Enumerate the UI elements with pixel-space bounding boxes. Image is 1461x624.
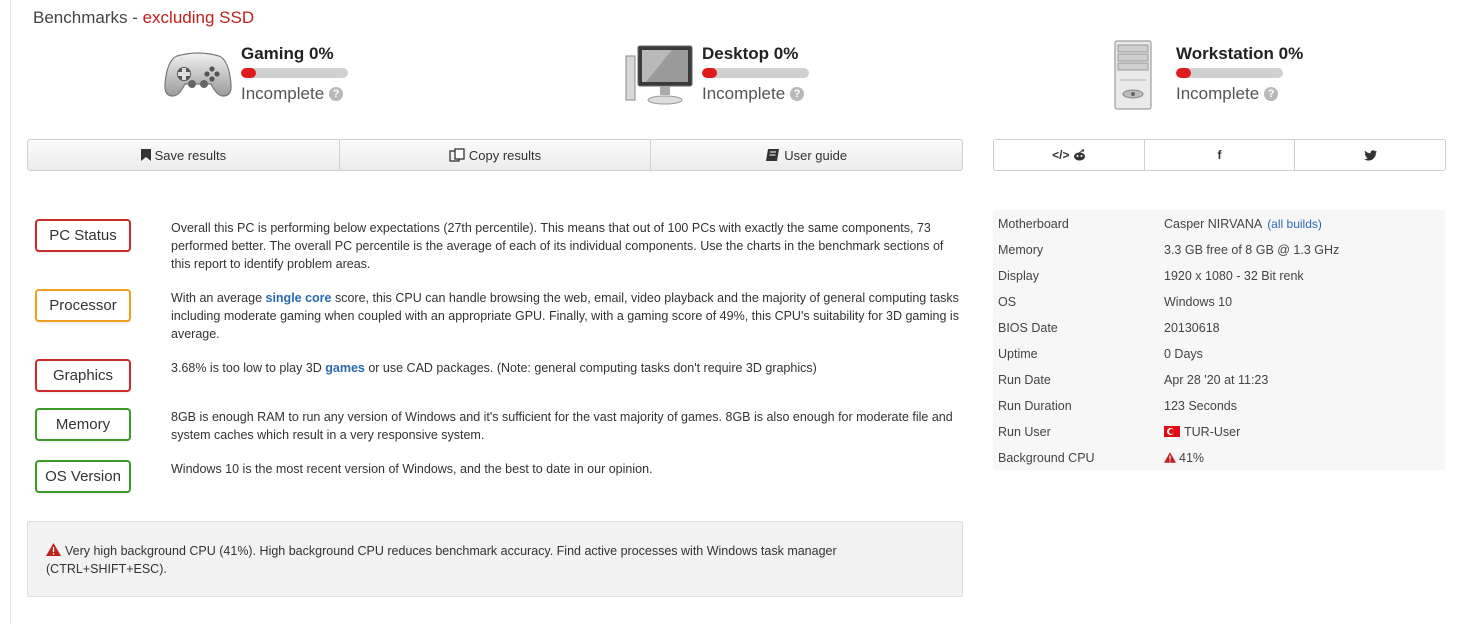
warning-triangle-icon (46, 543, 61, 556)
sysinfo-key: Motherboard (998, 217, 1069, 231)
gaming-title: Gaming 0% (241, 44, 334, 63)
turkey-flag-icon (1164, 426, 1180, 437)
graphics-badge[interactable]: Graphics (35, 359, 131, 392)
sysinfo-key: Memory (998, 243, 1044, 257)
sysinfo-value: 123 Seconds (1164, 399, 1237, 413)
status-row-graphics: Graphics (35, 359, 131, 392)
workstation-progress-bar (1176, 68, 1283, 78)
share-toolbar: </> f (993, 139, 1446, 171)
status-row-os: OS Version (35, 460, 131, 493)
status-row-memory: Memory (35, 408, 131, 441)
warning-text: Very high background CPU (41%). High bac… (46, 544, 837, 576)
sysinfo-key: Run User (998, 425, 1051, 439)
embed-reddit-icon: </> (1052, 148, 1070, 162)
twitter-icon (1363, 149, 1377, 161)
sysinfo-key: Display (998, 269, 1039, 283)
sysinfo-value: 41% (1179, 451, 1205, 465)
sysinfo-value: Casper NIRVANA (1164, 217, 1263, 231)
pc-status-text: Overall this PC is performing below expe… (171, 221, 944, 271)
single-core-link[interactable]: single core (266, 291, 332, 305)
user-guide-button[interactable]: User guide (651, 140, 962, 170)
graphics-text: 3.68% is too low to play 3D games or use… (171, 359, 961, 377)
sysinfo-key: OS (998, 295, 1017, 309)
user-guide-label: User guide (784, 147, 848, 163)
facebook-icon: f (1217, 148, 1222, 162)
workstation-progress-fill (1176, 68, 1191, 78)
bookmark-icon (140, 149, 151, 161)
sysinfo-value: 3.3 GB free of 8 GB @ 1.3 GHz (1164, 243, 1340, 257)
save-results-label: Save results (154, 147, 227, 163)
desktop-status: Incomplete (702, 84, 786, 103)
workstation-tower-icon (1114, 40, 1152, 110)
heading-subtitle: excluding SSD (142, 8, 255, 27)
gaming-status: Incomplete (241, 84, 325, 103)
heading-separator: - (127, 8, 143, 27)
os-version-text: Windows 10 is the most recent version of… (171, 462, 653, 476)
sysinfo-value: Windows 10 (1164, 295, 1233, 309)
results-toolbar: Save results Copy results User guide (27, 139, 963, 171)
save-results-button[interactable]: Save results (28, 140, 340, 170)
copy-icon (449, 148, 465, 162)
gaming-progress-bar (241, 68, 348, 78)
sysinfo-key: Background CPU (998, 451, 1095, 465)
left-border-line (10, 0, 11, 624)
help-icon[interactable]: ? (1264, 87, 1279, 101)
page-heading: Benchmarks - excluding SSD (33, 8, 254, 28)
status-row-processor: Processor (35, 289, 131, 322)
help-icon[interactable]: ? (790, 87, 805, 101)
processor-text: With an average single core score, this … (171, 289, 961, 343)
os-version-badge[interactable]: OS Version (35, 460, 131, 493)
memory-badge[interactable]: Memory (35, 408, 131, 441)
workstation-status: Incomplete (1176, 84, 1260, 103)
workstation-title: Workstation 0% (1176, 44, 1304, 63)
desktop-title: Desktop 0% (702, 44, 799, 63)
help-icon[interactable]: ? (329, 87, 344, 101)
system-info-panel: Motherboard Casper NIRVANA (all builds) M… (993, 210, 1445, 470)
graphics-text-before: 3.68% is too low to play 3D (171, 361, 326, 375)
memory-text: 8GB is enough RAM to run any version of … (171, 410, 953, 442)
status-row-pc: PC Status (35, 219, 131, 252)
benchmark-gaming[interactable]: Gaming 0% Incomplete? (163, 40, 348, 110)
games-link[interactable]: games (325, 361, 365, 375)
heading-title: Benchmarks (33, 8, 128, 27)
pc-status-badge[interactable]: PC Status (35, 219, 131, 252)
all-builds-link[interactable]: (all builds) (1267, 217, 1322, 231)
background-cpu-warning: Very high background CPU (41%). High bac… (27, 521, 963, 597)
embed-reddit-button[interactable]: </> (994, 140, 1145, 170)
gaming-progress-fill (241, 68, 256, 78)
sysinfo-key: BIOS Date (998, 321, 1058, 335)
sysinfo-value: Apr 28 '20 at 11:23 (1164, 373, 1269, 387)
desktop-progress-fill (702, 68, 717, 78)
sysinfo-value: 0 Days (1164, 347, 1203, 361)
copy-results-label: Copy results (468, 147, 542, 163)
desktop-progress-bar (702, 68, 809, 78)
graphics-text-after: or use CAD packages. (Note: general comp… (364, 361, 817, 375)
benchmark-workstation[interactable]: Workstation 0% Incomplete? (1098, 40, 1303, 110)
warning-triangle-icon (1164, 452, 1176, 463)
processor-badge[interactable]: Processor (35, 289, 131, 322)
reddit-icon (1073, 149, 1085, 161)
copy-results-button[interactable]: Copy results (340, 140, 652, 170)
sysinfo-key: Run Date (998, 373, 1051, 387)
benchmark-desktop[interactable]: Desktop 0% Incomplete? (624, 40, 809, 110)
gamepad-icon (164, 52, 232, 97)
sysinfo-value: 1920 x 1080 - 32 Bit renk (1164, 269, 1304, 283)
sysinfo-key: Uptime (998, 347, 1038, 361)
desktop-monitor-icon (625, 45, 693, 105)
book-icon (766, 149, 780, 161)
sysinfo-value: 20130618 (1164, 321, 1220, 335)
twitter-share-button[interactable] (1295, 140, 1445, 170)
processor-text-before: With an average (171, 291, 266, 305)
sysinfo-value: TUR-User (1184, 425, 1241, 439)
facebook-share-button[interactable]: f (1145, 140, 1296, 170)
sysinfo-key: Run Duration (998, 399, 1072, 413)
